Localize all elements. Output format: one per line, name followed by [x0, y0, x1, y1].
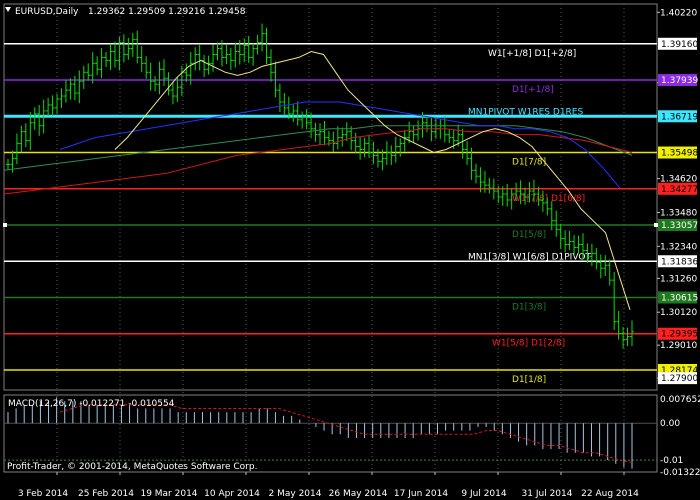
y-axis-tick-label: 1.40220	[660, 8, 697, 18]
chevron-down-icon[interactable]	[5, 7, 11, 12]
price-level-label: D1[3/8]	[512, 303, 546, 313]
chart-canvas[interactable]: W1[+1/8] D1[+2/8] D1[+1/8] MN1PIVOT W1RES …	[0, 0, 700, 500]
symbol-label: EURUSD,Daily	[15, 7, 79, 17]
macd-y-tick-label: -0.01	[660, 456, 683, 466]
right-marker	[654, 222, 658, 227]
x-axis-tick-label: 25 Feb 2014	[78, 489, 134, 499]
y-axis-tick-label: 1.33480	[660, 208, 697, 218]
price-level-label: D1[+1/8]	[512, 85, 554, 95]
left-marker	[3, 222, 7, 227]
price-level-badge-text: 1.34277	[661, 185, 698, 195]
price-level-label: D1[5/8]	[512, 230, 546, 240]
chart-window: W1[+1/8] D1[+2/8] D1[+1/8] MN1PIVOT W1RES …	[0, 0, 700, 500]
price-level-badge-text: 1.37939	[661, 76, 698, 86]
price-level-label: D1[1/8]	[512, 375, 546, 385]
price-level-label: MN1PIVOT W1RES D1RES	[468, 107, 583, 117]
x-axis-tick-label: 26 May 2014	[329, 489, 388, 499]
y-axis-tick-label: 1.30120	[660, 308, 697, 318]
y-axis-tick-label: 1.32340	[660, 242, 697, 252]
price-level-badge-text: 1.31836	[661, 257, 698, 267]
x-axis-tick-label: 17 Jun 2014	[394, 489, 448, 499]
macd-y-tick-label: 0.007652	[660, 395, 700, 405]
price-level-badge-text: 1.29395	[661, 330, 698, 340]
price-level-badge-text: 1.35498	[661, 149, 698, 159]
price-level-badge-text: 1.33057	[661, 221, 698, 231]
macd-y-tick-label: -0.01322	[660, 468, 700, 478]
price-level-label: W1[5/8] D1[2/8]	[492, 339, 565, 349]
price-level-label: MN1[3/8] W1[6/8] D1PIVOT	[468, 252, 591, 262]
x-axis-tick-label: 10 Apr 2014	[204, 489, 260, 499]
x-axis-tick-label: 19 Mar 2014	[140, 489, 197, 499]
price-level-label: D1[7/8]	[512, 158, 546, 168]
price-level-badge-text: 1.39160	[661, 40, 698, 50]
y-axis-tick-label: 1.29010	[660, 341, 697, 351]
current-price-text: 1.27900	[661, 374, 698, 384]
x-axis-tick-label: 9 Jul 2014	[461, 489, 506, 499]
x-axis-tick-label: 31 Jul 2014	[522, 489, 573, 499]
price-level-badge-text: 1.36719	[661, 112, 698, 122]
ohlc-values: 1.29362 1.29509 1.29216 1.29458	[88, 7, 246, 17]
copyright-text: Profit-Trader, © 2001-2014, MetaQuotes S…	[7, 462, 257, 472]
y-axis-tick-label: 1.31260	[660, 274, 697, 284]
x-axis-tick-label: 3 Feb 2014	[18, 489, 69, 499]
x-axis-tick-label: 22 Aug 2014	[581, 489, 639, 499]
price-level-label: W1[+1/8] D1[+2/8]	[488, 49, 576, 59]
macd-title: MACD(12,26,7) -0.012271 -0.010554	[8, 399, 175, 409]
macd-y-tick-label: 0.00	[660, 419, 680, 429]
x-axis-tick-label: 2 May 2014	[269, 489, 322, 499]
price-level-badge-text: 1.30615	[661, 294, 698, 304]
